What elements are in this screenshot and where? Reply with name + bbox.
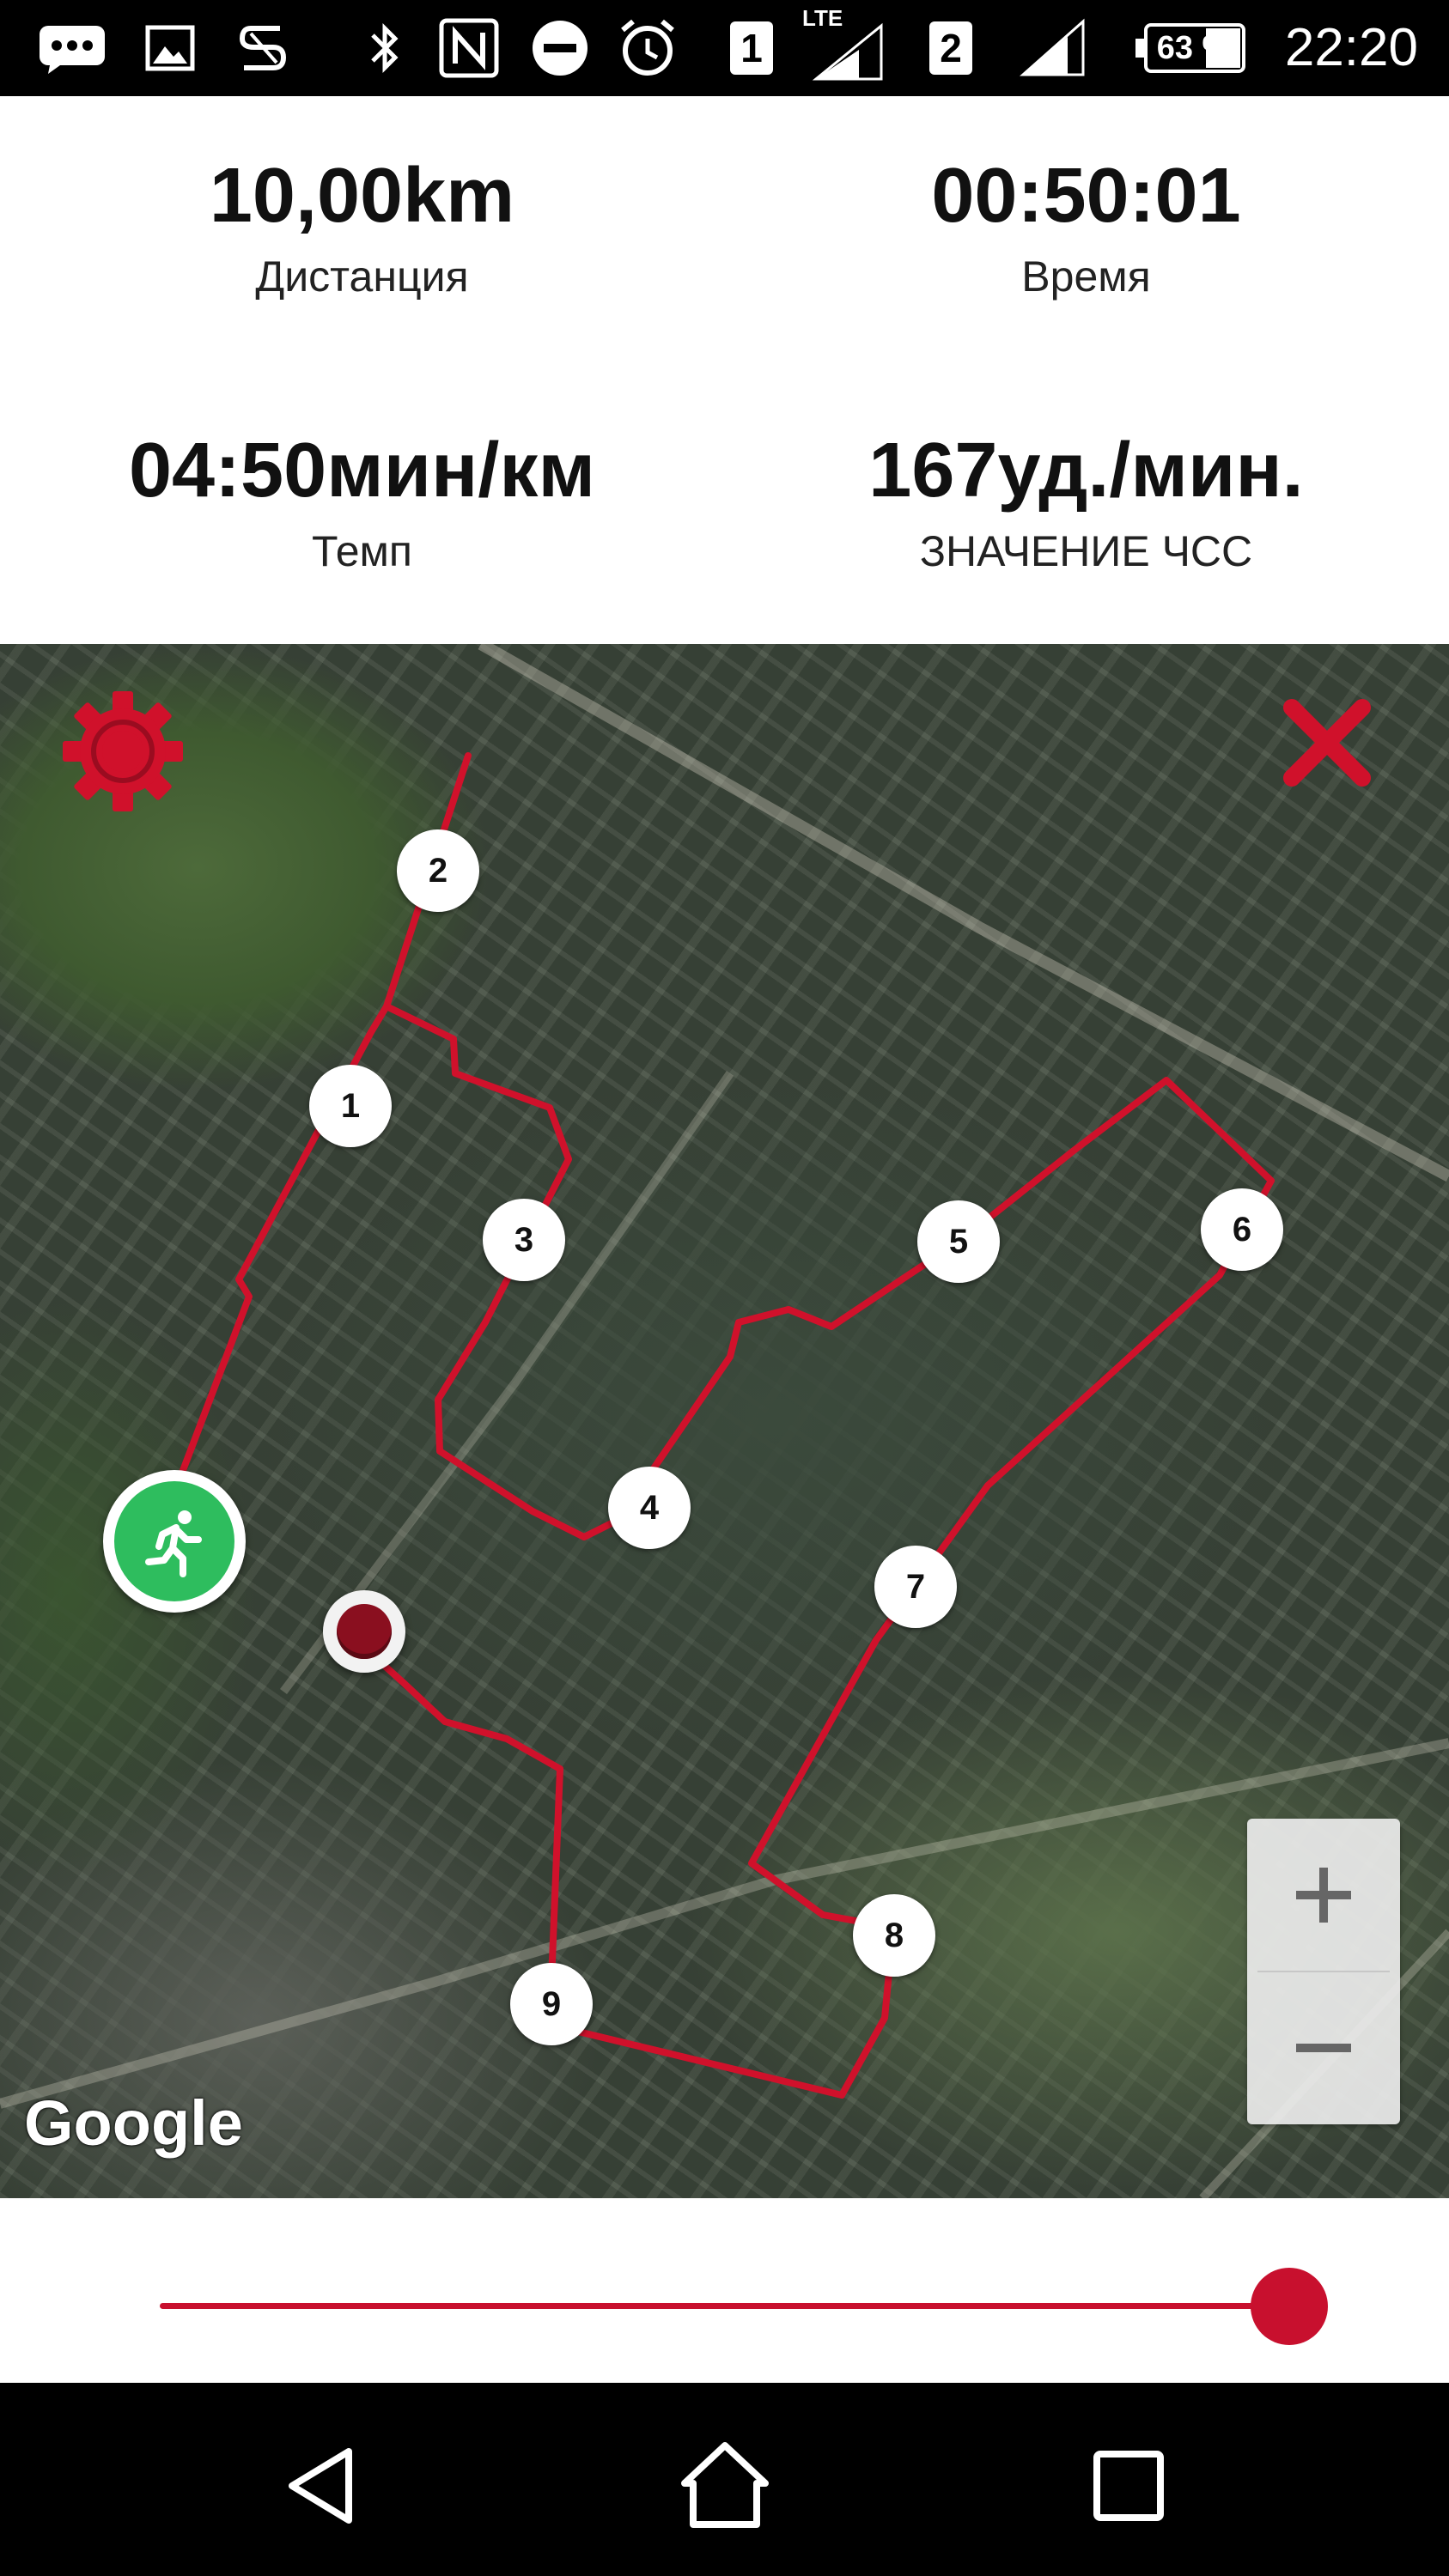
signal-icon: LTE [799,5,885,84]
status-time: 22:20 [1284,18,1418,77]
km-marker[interactable]: 6 [1201,1188,1283,1271]
km-marker-label: 1 [340,1086,361,1125]
km-marker-label: 8 [884,1916,904,1954]
km-marker[interactable]: 9 [510,1963,593,2045]
km-marker[interactable]: 3 [483,1199,565,1281]
distance-label: Дистанция [255,252,469,301]
app-s-icon [234,15,294,81]
google-logo: Google [24,2087,243,2159]
sim1-icon: 1 [728,15,775,81]
battery-percent: 63 % [1156,29,1232,66]
heart-rate-value: 167уд./мин. [868,428,1304,513]
slider-thumb[interactable] [1251,2268,1328,2345]
nfc-icon [436,15,502,81]
pace-label: Темп [312,527,412,575]
km-marker[interactable]: 5 [917,1200,1000,1283]
close-icon [1283,699,1371,787]
stats-panel: 10,00km Дистанция 00:50:01 Время 04:50ми… [0,96,1449,644]
home-icon [681,2442,769,2528]
heart-rate-stat: 167уд./мин. ЗНАЧЕНИЕ ЧСС [724,428,1448,577]
km-marker[interactable]: 2 [397,829,479,912]
km-marker-label: 5 [948,1222,969,1261]
pace-stat: 04:50мин/км Темп [0,428,724,577]
km-marker-label: 6 [1232,1210,1252,1249]
finish-pin-icon[interactable] [323,1590,405,1673]
time-stat: 00:50:01 Время [724,153,1448,302]
sim2-label: 2 [929,21,972,75]
recents-icon [1093,2451,1164,2521]
do-not-disturb-icon [529,15,591,81]
image-icon [143,15,198,81]
gear-icon [63,691,183,811]
slider-track[interactable] [160,2303,1294,2309]
km-marker-label: 4 [639,1488,660,1527]
pace-value: 04:50мин/км [128,428,596,513]
navigation-bar [0,2383,1449,2576]
signal-icon [1019,15,1087,81]
start-marker[interactable] [103,1470,246,1613]
km-marker[interactable]: 1 [309,1065,392,1147]
back-button[interactable] [263,2426,383,2546]
km-marker-label: 7 [905,1567,926,1606]
km-marker-label: 2 [428,851,448,890]
km-marker[interactable]: 8 [853,1894,935,1977]
network-type-label: LTE [802,5,843,31]
route-map[interactable]: 1 2 3 4 5 6 7 8 9 Google [0,644,1449,2198]
sim2-icon: 2 [928,15,974,81]
close-button[interactable] [1280,696,1374,790]
alarm-icon [615,15,680,81]
km-marker[interactable]: 7 [874,1546,957,1628]
time-label: Время [1021,252,1151,301]
recents-button[interactable] [1068,2426,1189,2546]
heart-rate-label: ЗНАЧЕНИЕ ЧСС [919,527,1253,575]
back-icon [289,2448,352,2524]
distance-value: 10,00km [209,153,515,239]
time-value: 00:50:01 [931,153,1241,239]
minus-icon [1296,2044,1351,2052]
distance-stat: 10,00km Дистанция [0,153,724,302]
bluetooth-icon [361,15,409,81]
sim1-label: 1 [730,21,773,75]
km-marker[interactable]: 4 [608,1467,691,1549]
home-button[interactable] [665,2426,785,2546]
battery-icon: 63 % [1134,15,1247,81]
km-marker-label: 3 [514,1220,534,1259]
settings-button[interactable] [58,687,187,816]
zoom-in-button[interactable] [1247,1819,1400,1971]
route-layer [0,644,1449,2198]
zoom-out-button[interactable] [1247,1971,1400,2124]
plus-icon [1296,1868,1351,1923]
km-marker-label: 9 [541,1984,562,2023]
runner-icon [114,1481,234,1601]
playback-slider [0,2198,1449,2383]
status-bar: 1 LTE 2 63 % 22:20 [0,0,1449,96]
chat-icon [38,15,107,81]
zoom-controls [1247,1819,1400,2124]
